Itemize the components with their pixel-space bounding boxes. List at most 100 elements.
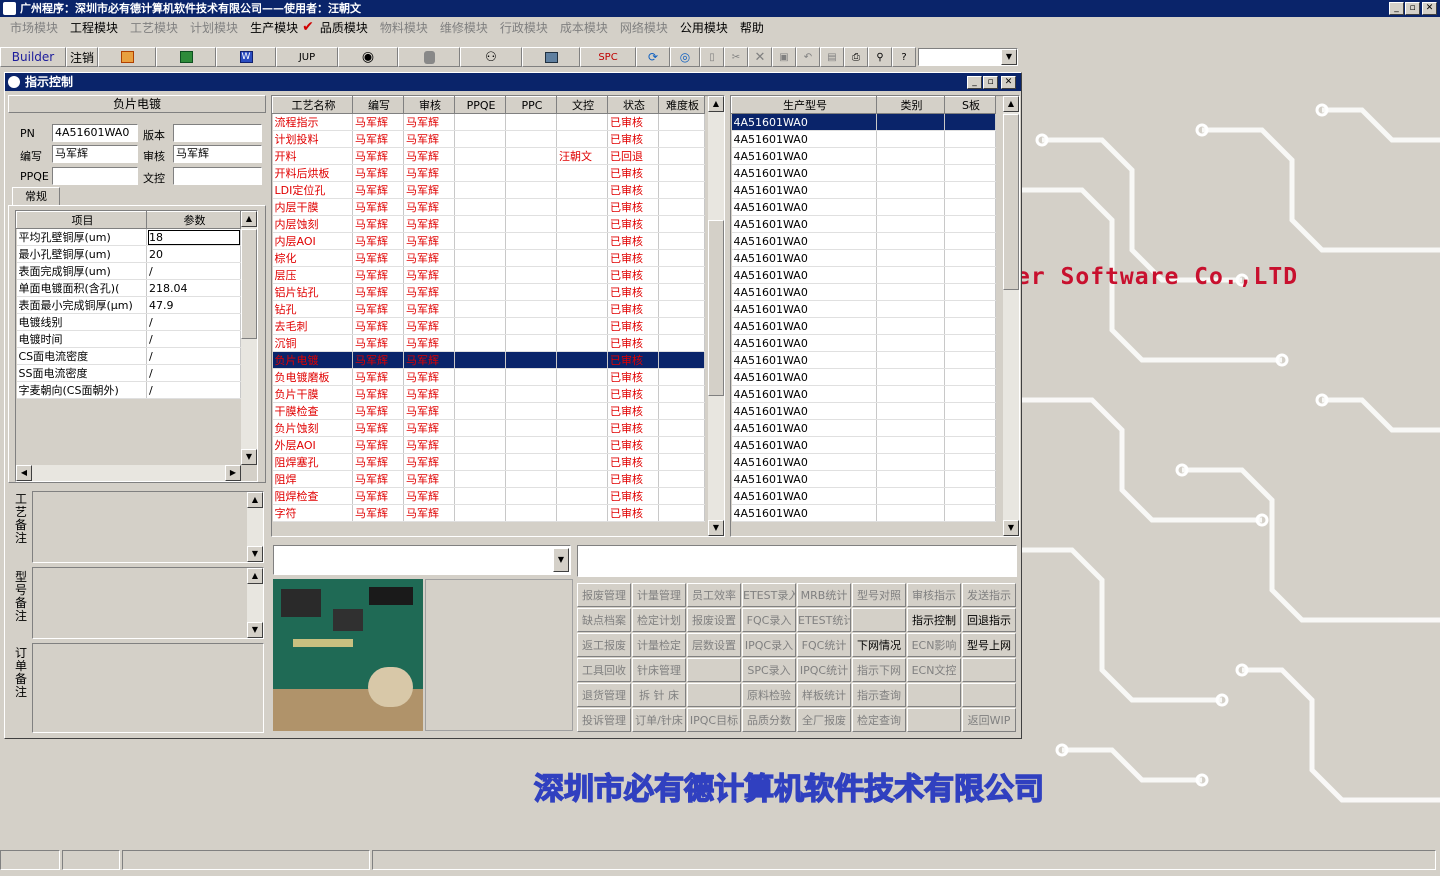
model-row[interactable]: 4A51601WA0 bbox=[731, 249, 996, 267]
model-row[interactable]: 4A51601WA0 bbox=[731, 436, 996, 454]
scroll-down-icon[interactable]: ▼ bbox=[247, 546, 263, 562]
builder-button[interactable]: Builder bbox=[0, 47, 66, 67]
model-row[interactable]: 4A51601WA0 bbox=[731, 419, 996, 437]
pn-field[interactable]: 4A51601WA0 bbox=[52, 124, 138, 142]
note-scrollbar[interactable]: ▲ ▼ bbox=[247, 568, 263, 638]
params-hscroll[interactable]: ◀ ▶ bbox=[16, 465, 241, 481]
bottom-right-input[interactable] bbox=[577, 545, 1017, 577]
process-header-6[interactable]: 状态 bbox=[607, 96, 659, 114]
process-row[interactable]: 计划投料 马军辉 马军辉 已审核 bbox=[272, 130, 705, 148]
model-row[interactable]: 4A51601WA0 bbox=[731, 385, 996, 403]
eye-icon[interactable]: ◉ bbox=[338, 47, 398, 67]
process-row[interactable]: 开料 马军辉 马军辉 汪朝文 已回退 bbox=[272, 147, 705, 165]
scroll-thumb[interactable] bbox=[708, 220, 724, 396]
param-value[interactable]: 218.04 bbox=[146, 279, 241, 297]
cut-icon[interactable]: ✂ bbox=[724, 47, 748, 67]
scroll-up-icon[interactable]: ▲ bbox=[708, 96, 724, 112]
help-icon[interactable]: ? bbox=[892, 47, 916, 67]
param-row[interactable]: 电镀时间 / bbox=[16, 330, 241, 348]
model-row[interactable]: 4A51601WA0 bbox=[731, 198, 996, 216]
model-row[interactable]: 4A51601WA0 bbox=[731, 215, 996, 233]
function-button[interactable]: 原料检验 bbox=[742, 683, 796, 707]
minimize-button[interactable]: _ bbox=[1389, 2, 1404, 15]
function-button[interactable]: 投诉管理 bbox=[577, 708, 631, 732]
function-button[interactable] bbox=[962, 658, 1016, 682]
function-button[interactable]: 缺点档案 bbox=[577, 608, 631, 632]
scroll-down-icon[interactable]: ▼ bbox=[241, 449, 257, 465]
process-row[interactable]: 钻孔 马军辉 马军辉 已审核 bbox=[272, 300, 705, 318]
function-button[interactable]: 计量管理 bbox=[632, 583, 686, 607]
function-button[interactable]: 报废管理 bbox=[577, 583, 631, 607]
model-row[interactable]: 4A51601WA0 bbox=[731, 113, 996, 131]
process-row[interactable]: 负片干膜 马军辉 马军辉 已审核 bbox=[272, 385, 705, 403]
process-row[interactable]: LDI定位孔 马军辉 马军辉 已审核 bbox=[272, 181, 705, 199]
model-row[interactable]: 4A51601WA0 bbox=[731, 351, 996, 369]
param-value[interactable]: 47.9 bbox=[146, 296, 241, 314]
process-row[interactable]: 负电镀磨板 马军辉 马军辉 已审核 bbox=[272, 368, 705, 386]
menu-item-5[interactable]: 品质模块 bbox=[314, 19, 374, 36]
model-row[interactable]: 4A51601WA0 bbox=[731, 147, 996, 165]
model-row[interactable]: 4A51601WA0 bbox=[731, 266, 996, 284]
process-note-field[interactable]: ▲ ▼ bbox=[32, 491, 264, 563]
wenkong-field[interactable] bbox=[173, 167, 262, 185]
process-row[interactable]: 内层蚀刻 马军辉 马军辉 已审核 bbox=[272, 215, 705, 233]
process-row[interactable]: 沉铜 马军辉 马军辉 已审核 bbox=[272, 334, 705, 352]
function-button[interactable]: ECN影响 bbox=[907, 633, 961, 657]
function-button[interactable]: 检定查询 bbox=[852, 708, 906, 732]
scroll-up-icon[interactable]: ▲ bbox=[247, 568, 263, 584]
function-button[interactable]: 发送指示 bbox=[962, 583, 1016, 607]
menu-item-4[interactable]: 生产模块 bbox=[244, 19, 304, 36]
menu-item-1[interactable]: 工程模块 bbox=[64, 19, 124, 36]
model-header-sboard[interactable]: S板 bbox=[944, 96, 996, 114]
scroll-down-icon[interactable]: ▼ bbox=[708, 520, 724, 536]
param-header-item[interactable]: 项目 bbox=[16, 211, 147, 229]
process-header-1[interactable]: 编写 bbox=[352, 96, 404, 114]
scroll-up-icon[interactable]: ▲ bbox=[1003, 96, 1019, 112]
process-row[interactable]: 负片电镀 马军辉 马军辉 已审核 bbox=[272, 351, 705, 369]
param-row[interactable]: 单面电镀面积(含孔)(218.04 bbox=[16, 279, 241, 297]
menu-item-8[interactable]: 行政模块 bbox=[494, 19, 554, 36]
param-row[interactable]: SS面电流密度 / bbox=[16, 364, 241, 382]
process-header-2[interactable]: 审核 bbox=[403, 96, 455, 114]
menu-item-6[interactable]: 物料模块 bbox=[374, 19, 434, 36]
function-button[interactable]: 样板统计 bbox=[797, 683, 851, 707]
function-button[interactable]: 指示查询 bbox=[852, 683, 906, 707]
process-header-3[interactable]: PPQE bbox=[454, 96, 506, 114]
model-row[interactable]: 4A51601WA0 bbox=[731, 164, 996, 182]
scroll-right-icon[interactable]: ▶ bbox=[225, 465, 241, 481]
function-button[interactable] bbox=[962, 683, 1016, 707]
word-icon[interactable]: W bbox=[216, 47, 276, 67]
function-button[interactable]: FQC统计 bbox=[797, 633, 851, 657]
function-button[interactable]: 层数设置 bbox=[687, 633, 741, 657]
function-button[interactable]: 指示控制 bbox=[907, 608, 961, 632]
scroll-left-icon[interactable]: ◀ bbox=[16, 465, 32, 481]
model-row[interactable]: 4A51601WA0 bbox=[731, 232, 996, 250]
menu-item-12[interactable]: 帮助 bbox=[734, 19, 770, 36]
function-button[interactable]: 退货管理 bbox=[577, 683, 631, 707]
save-icon[interactable]: ▣ bbox=[772, 47, 796, 67]
scroll-thumb[interactable] bbox=[241, 229, 257, 339]
people-icon[interactable]: ⚇ bbox=[460, 47, 522, 67]
maximize-button[interactable]: ▫ bbox=[1405, 2, 1420, 15]
function-button[interactable]: 订单/针床 bbox=[632, 708, 686, 732]
process-row[interactable]: 流程指示 马军辉 马军辉 已审核 bbox=[272, 113, 705, 131]
menu-item-9[interactable]: 成本模块 bbox=[554, 19, 614, 36]
process-vscroll[interactable]: ▲ ▼ bbox=[708, 96, 724, 536]
param-row[interactable]: CS面电流密度 / bbox=[16, 347, 241, 365]
param-row[interactable]: 表面最小完成铜厚(μm) 47.9 bbox=[16, 296, 241, 314]
process-row[interactable]: 开料后烘板 马军辉 马军辉 已审核 bbox=[272, 164, 705, 182]
window-maximize-button[interactable]: ▫ bbox=[983, 76, 998, 89]
function-button[interactable]: 返回WIP bbox=[962, 708, 1016, 732]
undo-icon[interactable]: ↶ bbox=[796, 47, 820, 67]
process-row[interactable]: 字符 马军辉 马军辉 已审核 bbox=[272, 504, 705, 522]
close-button[interactable]: ✕ bbox=[1422, 2, 1437, 15]
function-button[interactable]: 员工效率 bbox=[687, 583, 741, 607]
compile-field[interactable]: 马军辉 bbox=[52, 145, 138, 163]
function-button[interactable]: 拆 针 床 bbox=[632, 683, 686, 707]
database-icon[interactable] bbox=[398, 47, 460, 67]
review-field[interactable]: 马军辉 bbox=[173, 145, 262, 163]
param-row[interactable]: 平均孔壁铜厚(um) 18 bbox=[16, 228, 241, 246]
process-row[interactable]: 阻焊检查 马军辉 马军辉 已审核 bbox=[272, 487, 705, 505]
function-button[interactable]: 回退指示 bbox=[962, 608, 1016, 632]
spc-button[interactable]: SPC bbox=[580, 47, 636, 67]
